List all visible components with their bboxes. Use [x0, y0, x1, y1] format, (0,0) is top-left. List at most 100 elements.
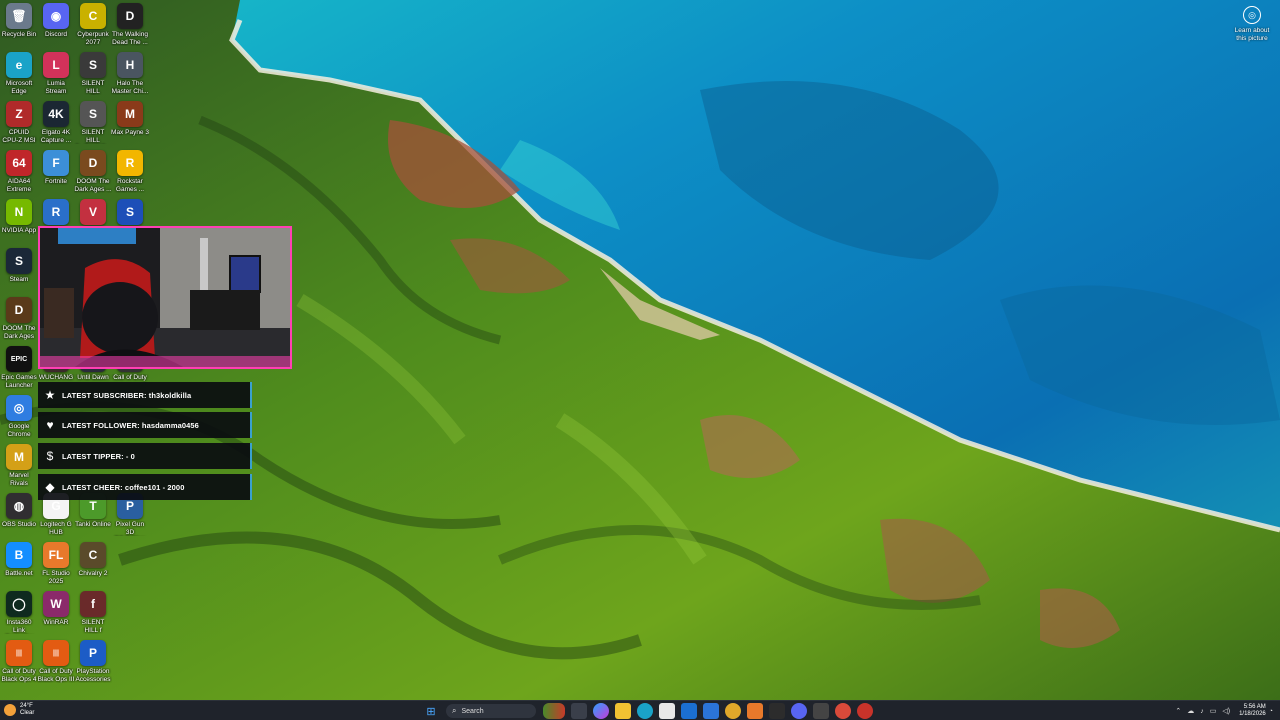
webcam-overlay [38, 226, 292, 369]
desktop-shortcut-silent-hill-soundtrack[interactable]: S SILENT HILL 2 - Soundt... [74, 101, 112, 144]
alert-row: ★ LATEST SUBSCRIBER: th3koldkilla [38, 382, 252, 408]
camera-icon: ◎ [1243, 6, 1261, 24]
desktop-shortcut-cod-bo4[interactable]: ||| Call of Duty Black Ops 4 [0, 640, 38, 683]
app-circle-icon[interactable] [857, 703, 873, 719]
desktop-shortcut-elgato[interactable]: 4K Elgato 4K Capture ... [37, 101, 75, 144]
edge-icon: e [6, 52, 32, 78]
max-payne-icon: M [117, 101, 143, 127]
desktop-shortcut-label: NVIDIA App [1, 227, 37, 234]
desktop-shortcut-playstation[interactable]: P PlayStation Accessories [74, 640, 112, 683]
elgato-icon: 4K [43, 101, 69, 127]
start-button[interactable]: ⊞ [423, 703, 439, 719]
desktop-shortcut-cpuz[interactable]: Z CPUID CPU-Z MSI [0, 101, 38, 144]
todo-icon[interactable] [703, 703, 719, 719]
task-view-icon[interactable] [571, 703, 587, 719]
desktop-shortcut-silent-hill-2[interactable]: S SILENT HILL 2 [74, 52, 112, 95]
desktop-shortcut-steam[interactable]: S Steam [0, 248, 38, 284]
browser-taskbar-icon[interactable] [835, 703, 851, 719]
webcam-frame-accent [58, 228, 136, 244]
steam-icon: S [6, 248, 32, 274]
marvel-rivals-icon: M [6, 444, 32, 470]
desktop-shortcut-label: OBS Studio [2, 521, 36, 528]
desktop-shortcut-valorant[interactable]: V [74, 199, 112, 227]
taskbar-center: ⊞ ⌕ Search [420, 703, 876, 719]
cloud-icon[interactable]: ☁ [1187, 707, 1194, 715]
alert-row: ◆ LATEST CHEER: coffee101 - 2000 [38, 474, 252, 500]
desktop-shortcut-fortnite[interactable]: F Fortnite [37, 150, 75, 186]
doom-icon: D [6, 297, 32, 323]
desktop-shortcut-label: CPUID CPU-Z MSI [2, 129, 36, 144]
chevron-up-icon[interactable]: ⌃ [1175, 707, 1181, 715]
desktop-shortcut-silent-hill-f[interactable]: f SILENT HILL f [74, 591, 112, 634]
desktop-shortcut-label: Max Payne 3 [111, 129, 149, 136]
desktop-shortcut-rockstar[interactable]: R Rockstar Games ... [111, 150, 149, 193]
desktop-shortcut-label: Discord [44, 31, 68, 38]
desktop-shortcut-sonic[interactable]: S [111, 199, 149, 227]
app-orange-icon[interactable] [747, 703, 763, 719]
alert-row: ♥ LATEST FOLLOWER: hasdamma0456 [38, 412, 252, 438]
desktop-shortcut-doom-dark-ages[interactable]: D DOOM The Dark Ages ... [74, 150, 112, 193]
discord-taskbar-icon[interactable] [791, 703, 807, 719]
sonic-icon: S [117, 199, 143, 225]
desktop-shortcut-winrar[interactable]: W WinRAR [37, 591, 75, 627]
desktop-shortcut-fl-studio[interactable]: FL FL Studio 2025 [37, 542, 75, 585]
learn-about-label: Learn about this picture [1234, 27, 1270, 42]
weather-widget[interactable]: 24°F Clear [4, 703, 34, 717]
desktop-shortcut-nvidia[interactable]: N NVIDIA App [0, 199, 38, 235]
desktop-shortcut-insta360[interactable]: ◯ Insta360 Link Controller [0, 591, 38, 634]
desktop-shortcut-discord[interactable]: ◉ Discord [37, 3, 75, 39]
app-dark-icon[interactable] [769, 703, 785, 719]
clock[interactable]: 5:56 AM 1/18/2026 [1239, 704, 1266, 718]
desktop-shortcut-chrome[interactable]: ◎ Google Chrome [0, 395, 38, 438]
desktop-shortcut-label: Rockstar Games ... [115, 178, 145, 193]
desktop-shortcut-label: Insta360 Link Controller [6, 619, 32, 634]
edge-taskbar-icon[interactable] [637, 703, 653, 719]
sun-icon [4, 704, 16, 716]
chrome-taskbar-icon[interactable] [725, 703, 741, 719]
copilot-icon[interactable] [593, 703, 609, 719]
desktop-shortcut-walking-dead[interactable]: D The Walking Dead The ... [111, 3, 149, 46]
cyberpunk-icon: C [80, 3, 106, 29]
chivalry-icon: C [80, 542, 106, 568]
microphone-icon[interactable]: ♪ [1200, 708, 1204, 715]
obs-taskbar-icon[interactable] [813, 703, 829, 719]
playstation-icon: P [80, 640, 106, 666]
desktop-shortcut-label: Tanki Online [75, 521, 111, 528]
learn-about-picture[interactable]: ◎ Learn about this picture [1230, 6, 1274, 42]
desktop-shortcut-label: Lumia Stream [45, 80, 67, 95]
stream-alerts-panel: ★ LATEST SUBSCRIBER: th3koldkilla ♥ LATEST … [38, 382, 252, 500]
halo-icon: H [117, 52, 143, 78]
desktop-shortcut-battlenet[interactable]: B Battle.net [0, 542, 38, 578]
desktop-shortcut-lumia-stream[interactable]: L Lumia Stream [37, 52, 75, 95]
notification-bell-icon[interactable]: ◔ [1269, 708, 1273, 715]
silent-hill-2-icon: S [80, 52, 106, 78]
desktop-shortcut-max-payne[interactable]: M Max Payne 3 [111, 101, 149, 137]
desktop-shortcut-aida64[interactable]: 64 AIDA64 Extreme [0, 150, 38, 193]
desktop-shortcut-chivalry[interactable]: C Chivalry 2 [74, 542, 112, 578]
cpuz-icon: Z [6, 101, 32, 127]
network-icon[interactable]: ▭ [1210, 707, 1217, 715]
alert-text: LATEST FOLLOWER: hasdamma0456 [62, 420, 199, 430]
calendar-icon[interactable] [659, 703, 675, 719]
desktop-shortcut-cyberpunk[interactable]: C Cyberpunk 2077 [74, 3, 112, 46]
desktop-shortcut-recycle-bin[interactable]: 🗑 Recycle Bin [0, 3, 38, 39]
desktop-shortcut-edge[interactable]: e Microsoft Edge [0, 52, 38, 95]
recycle-bin-icon: 🗑 [6, 3, 32, 29]
desktop-shortcut-cod-bo3[interactable]: ||| Call of Duty Black Ops III [37, 640, 75, 683]
rockstar-icon: R [117, 150, 143, 176]
file-explorer-icon[interactable] [615, 703, 631, 719]
clock-time: 5:56 AM [1243, 704, 1266, 710]
desktop-shortcut-halo[interactable]: H Halo The Master Chi... [111, 52, 149, 95]
taskbar-search[interactable]: ⌕ Search [446, 704, 536, 718]
volume-icon[interactable]: ◁) [1222, 707, 1230, 715]
lumia-stream-icon: L [43, 52, 69, 78]
desktop-shortcut-obs[interactable]: ◍ OBS Studio [0, 493, 38, 529]
outlook-icon[interactable] [681, 703, 697, 719]
desktop-shortcut-epic-games[interactable]: EPIC Epic Games Launcher [0, 346, 38, 389]
desktop-shortcut-label: SILENT HILL f [81, 619, 105, 634]
aida64-icon: 64 [6, 150, 32, 176]
search-icon: ⌕ [452, 706, 457, 715]
desktop-shortcut-marvel-rivals[interactable]: M Marvel Rivals [0, 444, 38, 487]
desktop-shortcut-doom[interactable]: D DOOM The Dark Ages [0, 297, 38, 340]
desktop-shortcut-rocket-league[interactable]: R [37, 199, 75, 227]
